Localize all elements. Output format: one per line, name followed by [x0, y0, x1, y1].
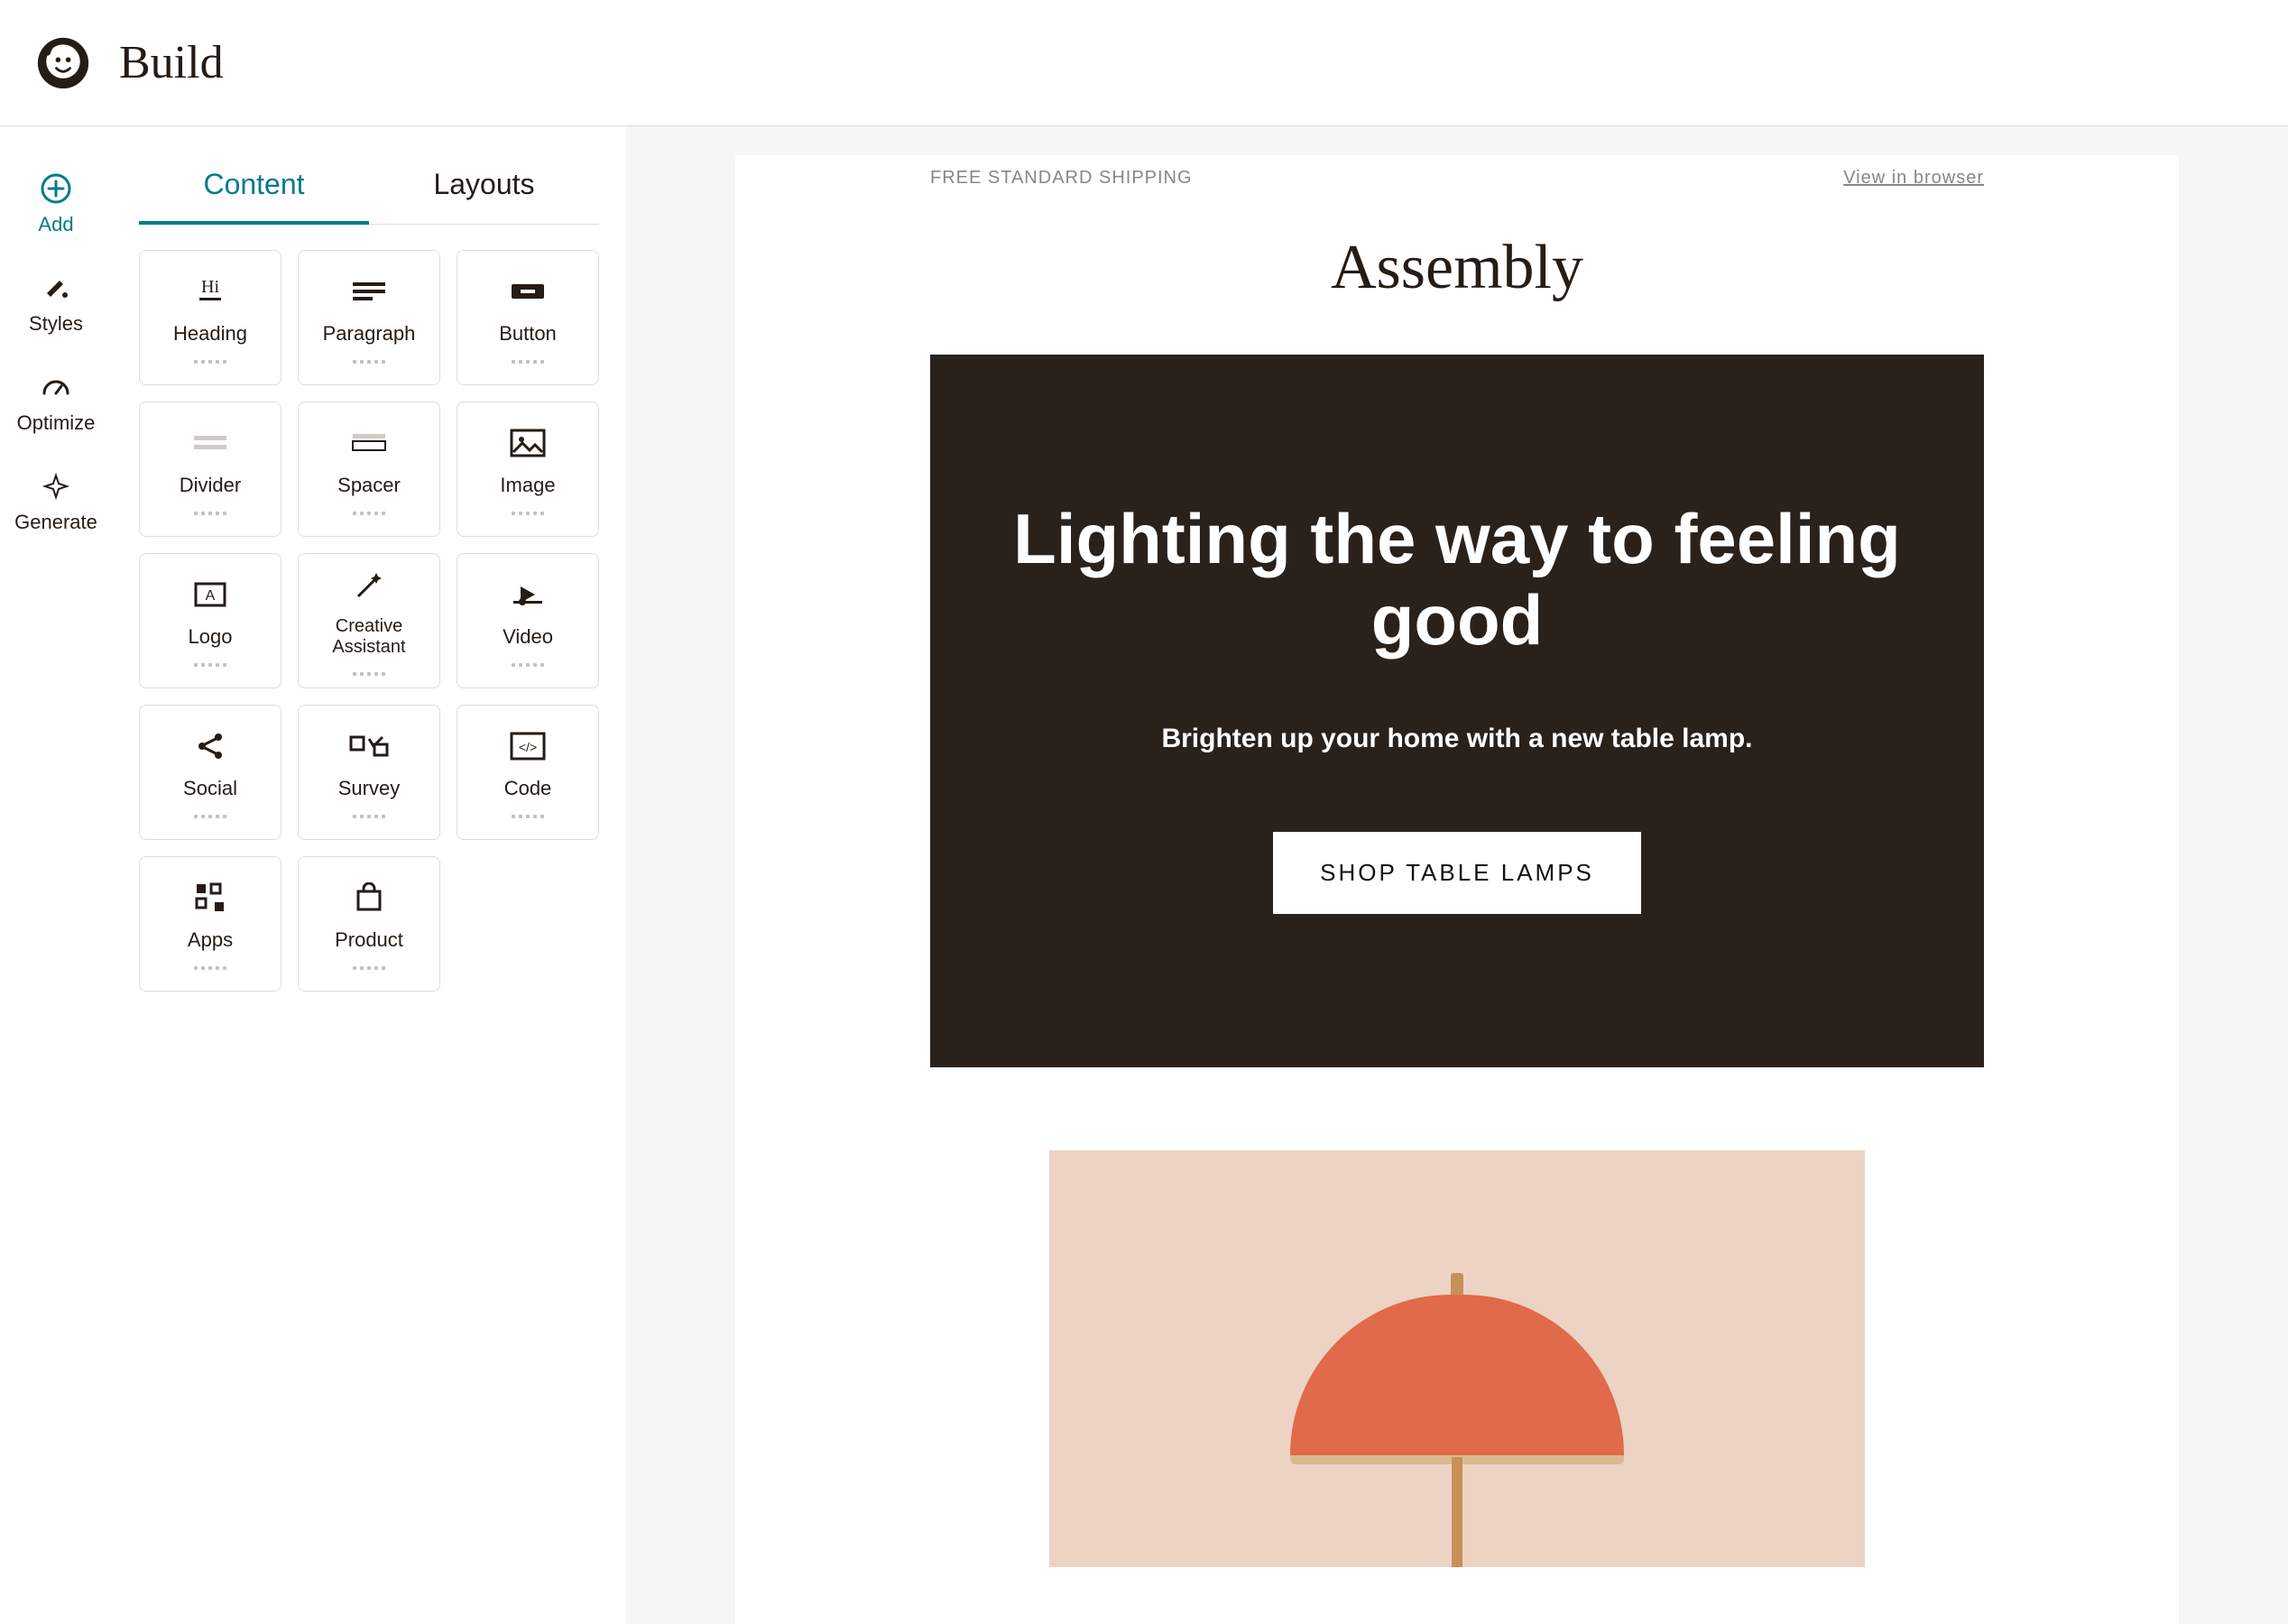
block-label: Spacer: [337, 474, 401, 496]
spacer-icon: [349, 423, 389, 463]
block-label: Image: [500, 474, 555, 496]
block-label: Product: [335, 928, 403, 951]
block-paragraph[interactable]: Paragraph: [298, 250, 440, 385]
image-icon: [510, 423, 546, 463]
tab-layouts[interactable]: Layouts: [369, 155, 599, 224]
block-spacer[interactable]: Spacer: [298, 401, 440, 537]
block-survey[interactable]: Survey: [298, 705, 440, 840]
lamp-stem: [1452, 1457, 1462, 1567]
panel-tabs: Content Layouts: [139, 155, 599, 225]
app-header: Build: [0, 0, 2288, 126]
hero-cta-button[interactable]: SHOP TABLE LAMPS: [1273, 832, 1641, 914]
block-label: Social: [183, 777, 237, 799]
svg-text:</>: </>: [519, 740, 537, 754]
block-label: Apps: [188, 928, 233, 951]
block-label: Survey: [338, 777, 400, 799]
sparkle-icon: [41, 471, 71, 502]
rail-label: Generate: [14, 511, 97, 534]
blocks-grid: Hi Heading Paragraph Button Divider Spacer Ima…: [139, 225, 599, 992]
paint-icon: [41, 272, 71, 303]
email-canvas[interactable]: FREE STANDARD SHIPPING View in browser A…: [626, 126, 2288, 1624]
button-icon: [508, 272, 548, 311]
heading-icon: Hi: [190, 272, 230, 311]
email-preheader: FREE STANDARD SHIPPING View in browser: [930, 155, 1984, 219]
email-brand: Assembly: [930, 219, 1984, 355]
gauge-icon: [41, 372, 71, 402]
rail-label: Add: [38, 213, 73, 236]
block-label: Button: [499, 322, 557, 345]
page-title: Build: [119, 36, 224, 89]
hero-subhead: Brighten up your home with a new table l…: [993, 724, 1921, 754]
block-button[interactable]: Button: [457, 250, 599, 385]
block-label: Divider: [180, 474, 241, 496]
block-label: Heading: [173, 322, 247, 345]
preheader-text: FREE STANDARD SHIPPING: [930, 168, 1193, 189]
email-hero: Lighting the way to feeling good Brighte…: [930, 355, 1984, 1067]
email-body: FREE STANDARD SHIPPING View in browser A…: [735, 155, 2179, 1624]
block-apps[interactable]: Apps: [139, 856, 281, 992]
wand-icon: [353, 566, 385, 605]
plus-circle-icon: [41, 173, 71, 204]
apps-icon: [195, 878, 226, 918]
block-video[interactable]: Video: [457, 553, 599, 688]
divider-icon: [190, 423, 230, 463]
block-divider[interactable]: Divider: [139, 401, 281, 537]
email-product-section: [930, 1150, 1984, 1567]
mailchimp-logo-icon: [36, 36, 90, 90]
block-social[interactable]: Social: [139, 705, 281, 840]
video-icon: [510, 575, 546, 614]
rail-add[interactable]: Add: [0, 155, 112, 254]
rail-label: Optimize: [17, 411, 96, 435]
lamp-shade: [1290, 1295, 1624, 1462]
hero-headline: Lighting the way to feeling good: [993, 499, 1921, 660]
block-image[interactable]: Image: [457, 401, 599, 537]
rail-label: Styles: [29, 312, 83, 336]
product-image: [1049, 1150, 1865, 1567]
block-label: Video: [503, 625, 553, 648]
block-label: CreativeAssistant: [332, 616, 405, 658]
block-label: Code: [504, 777, 552, 799]
bag-icon: [355, 878, 383, 918]
rail-styles[interactable]: Styles: [0, 254, 112, 354]
block-heading[interactable]: Hi Heading: [139, 250, 281, 385]
rail-optimize[interactable]: Optimize: [0, 354, 112, 453]
svg-text:A: A: [206, 588, 216, 604]
share-icon: [195, 726, 226, 766]
rail-generate[interactable]: Generate: [0, 453, 112, 552]
svg-text:Hi: Hi: [201, 277, 219, 297]
block-label: Logo: [189, 625, 233, 648]
block-label: Paragraph: [323, 322, 416, 345]
blocks-panel: Content Layouts Hi Heading Paragraph Button…: [112, 126, 626, 1624]
view-in-browser-link[interactable]: View in browser: [1843, 168, 1984, 189]
block-product[interactable]: Product: [298, 856, 440, 992]
block-creative-assistant[interactable]: CreativeAssistant: [298, 553, 440, 688]
paragraph-icon: [349, 272, 389, 311]
tab-content[interactable]: Content: [139, 155, 369, 225]
survey-icon: [349, 726, 389, 766]
tool-rail: Add Styles Optimize Generate: [0, 126, 112, 1624]
block-code[interactable]: </> Code: [457, 705, 599, 840]
block-logo[interactable]: A Logo: [139, 553, 281, 688]
logo-icon: A: [192, 575, 228, 614]
code-icon: </>: [510, 726, 546, 766]
